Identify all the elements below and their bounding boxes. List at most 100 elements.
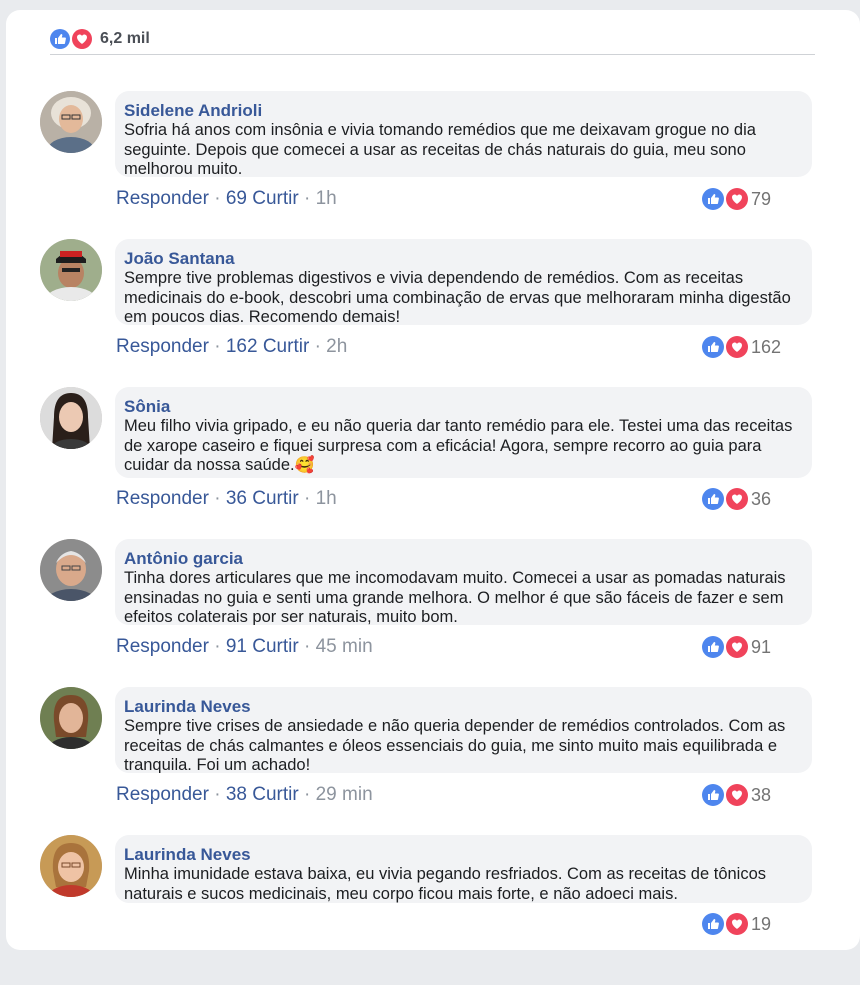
separator: ·	[314, 336, 321, 357]
reaction-count: 38	[751, 784, 772, 805]
reply-link[interactable]: Responder	[116, 784, 209, 805]
comment-actions: Responder · 91 Curtir · 45 min	[116, 636, 373, 658]
comment-bubble: Laurinda Neves Minha imunidade estava ba…	[115, 835, 812, 903]
like-link[interactable]: 162 Curtir	[226, 336, 309, 357]
like-count: 69	[225, 188, 247, 209]
reply-link[interactable]: Responder	[116, 188, 209, 209]
like-link[interactable]: 91 Curtir	[226, 636, 299, 657]
comment-reactions[interactable]: 19	[702, 913, 771, 935]
reply-link[interactable]: Responder	[116, 336, 209, 357]
heart-icon	[726, 636, 748, 658]
comment-time: 29 min	[315, 784, 373, 805]
comment-author[interactable]: Sidelene Andrioli	[124, 101, 262, 121]
comment-reactions[interactable]: 38	[702, 784, 771, 806]
like-link[interactable]: 69 Curtir	[226, 188, 299, 209]
like-label: Curtir	[252, 784, 299, 805]
comment-bubble: Sidelene Andrioli Sofria há anos com ins…	[115, 91, 812, 177]
heart-icon	[726, 188, 748, 210]
reaction-count: 91	[751, 636, 772, 657]
comment-text: Minha imunidade estava baixa, eu vivia p…	[124, 865, 767, 903]
like-count: 162	[225, 336, 258, 357]
reaction-count: 79	[751, 188, 772, 209]
comment-text: Sofria há anos com insônia e vivia toman…	[124, 121, 756, 177]
comment-text: Sempre tive crises de ansiedade e não qu…	[124, 717, 786, 773]
like-link[interactable]: 38 Curtir	[226, 784, 299, 805]
reply-link[interactable]: Responder	[116, 636, 209, 657]
comment-author[interactable]: Antônio garcia	[124, 549, 243, 569]
heart-icon	[726, 784, 748, 806]
thumbs-up-icon	[702, 913, 724, 935]
like-count: 91	[225, 636, 247, 657]
separator: ·	[214, 188, 221, 209]
like-link[interactable]: 36 Curtir	[226, 488, 299, 509]
separator: ·	[214, 784, 221, 805]
comment-reactions[interactable]: 162	[702, 336, 781, 358]
comment-item: Laurinda Neves Minha imunidade estava ba…	[40, 835, 815, 985]
comment-time: 2h	[326, 336, 348, 357]
comment-text: Meu filho vivia gripado, e eu não queria…	[124, 417, 806, 476]
like-count: 38	[225, 784, 247, 805]
reply-link[interactable]: Responder	[116, 488, 209, 509]
comment-time: 45 min	[315, 636, 373, 657]
comment-reactions[interactable]: 79	[702, 188, 771, 210]
heart-icon	[72, 29, 92, 49]
comment-text: Sempre tive problemas digestivos e vivia…	[124, 269, 791, 325]
thumbs-up-icon	[702, 188, 724, 210]
heart-icon	[726, 336, 748, 358]
reaction-count[interactable]: 6,2 mil	[100, 30, 150, 48]
thumbs-up-icon	[702, 636, 724, 658]
comment-item: Antônio garcia Tinha dores articulares q…	[40, 539, 815, 689]
comment-actions: Responder · 162 Curtir · 2h	[116, 336, 347, 358]
comment-author[interactable]: Sônia	[124, 397, 170, 417]
reactions-summary[interactable]: 6,2 mil	[50, 24, 815, 55]
comment-time: 1h	[315, 188, 337, 209]
comment-item: Laurinda Neves Sempre tive crises de ans…	[40, 687, 815, 837]
thumbs-up-icon	[702, 336, 724, 358]
comment-bubble: João Santana Sempre tive problemas diges…	[115, 239, 812, 325]
avatar[interactable]	[40, 239, 102, 301]
separator: ·	[304, 784, 311, 805]
smiling-face-with-hearts-icon: 🥰	[294, 457, 315, 474]
comment-actions: Responder · 69 Curtir · 1h	[116, 188, 337, 210]
heart-icon	[726, 913, 748, 935]
avatar[interactable]	[40, 835, 102, 897]
comment-text: Tinha dores articulares que me incomodav…	[124, 569, 786, 625]
thumbs-up-icon	[702, 784, 724, 806]
comment-time: 1h	[315, 488, 337, 509]
like-label: Curtir	[252, 188, 299, 209]
separator: ·	[214, 636, 221, 657]
reaction-count: 36	[751, 488, 772, 509]
comment-bubble: Laurinda Neves Sempre tive crises de ans…	[115, 687, 812, 773]
heart-icon	[726, 488, 748, 510]
separator: ·	[304, 188, 311, 209]
reaction-count: 162	[751, 336, 782, 357]
separator: ·	[214, 336, 221, 357]
comment-bubble: Antônio garcia Tinha dores articulares q…	[115, 539, 812, 625]
comment-author[interactable]: Laurinda Neves	[124, 697, 251, 717]
like-label: Curtir	[252, 636, 299, 657]
comment-actions: Responder · 36 Curtir · 1h	[116, 488, 337, 510]
separator: ·	[304, 636, 311, 657]
separator: ·	[304, 488, 311, 509]
thumbs-up-icon	[702, 488, 724, 510]
like-label: Curtir	[252, 488, 299, 509]
comment-item: Sônia Meu filho vivia gripado, e eu não …	[40, 387, 815, 537]
separator: ·	[214, 488, 221, 509]
comment-bubble: Sônia Meu filho vivia gripado, e eu não …	[115, 387, 812, 478]
avatar[interactable]	[40, 539, 102, 601]
comment-item: Sidelene Andrioli Sofria há anos com ins…	[40, 91, 815, 241]
comment-reactions[interactable]: 91	[702, 636, 771, 658]
comment-author[interactable]: João Santana	[124, 249, 235, 269]
avatar[interactable]	[40, 687, 102, 749]
thumbs-up-icon	[50, 29, 70, 49]
avatar[interactable]	[40, 387, 102, 449]
comment-reactions[interactable]: 36	[702, 488, 771, 510]
comment-author[interactable]: Laurinda Neves	[124, 845, 251, 865]
comment-actions: Responder · 38 Curtir · 29 min	[116, 784, 373, 806]
comment-item: João Santana Sempre tive problemas diges…	[40, 239, 815, 389]
comment-text-body: Meu filho vivia gripado, e eu não queria…	[124, 417, 793, 474]
avatar[interactable]	[40, 91, 102, 153]
like-label: Curtir	[262, 336, 310, 357]
like-count: 36	[225, 488, 247, 509]
reaction-count: 19	[751, 913, 772, 934]
